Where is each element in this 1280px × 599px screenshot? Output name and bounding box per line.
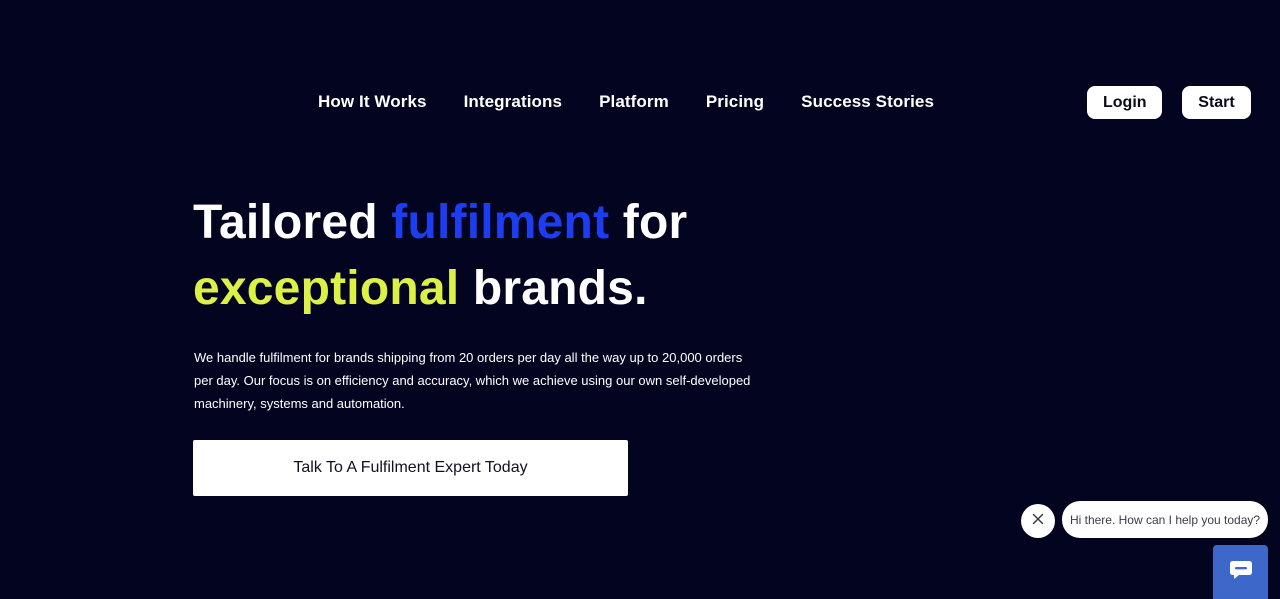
hero-description: We handle fulfilment for brands shipping…: [194, 350, 751, 411]
hero-title: Tailored fulfilment for exceptional brand…: [193, 190, 813, 322]
chat-greeting-text: Hi there. How can I help you today?: [1069, 512, 1261, 527]
chat-launcher-button[interactable]: [1213, 545, 1268, 599]
hero-title-part1: Tailored: [193, 196, 392, 249]
nav-item-platform[interactable]: Platform: [599, 92, 669, 112]
nav-item-pricing[interactable]: Pricing: [706, 92, 764, 112]
hero-title-part3: brands.: [459, 262, 648, 315]
hero-title-highlight-exceptional: exceptional: [193, 262, 460, 315]
nav-item-how-it-works[interactable]: How It Works: [318, 92, 427, 112]
login-button[interactable]: Login: [1087, 86, 1162, 119]
hero-title-part2: for: [609, 196, 688, 249]
close-icon: [1032, 512, 1044, 530]
chat-close-button[interactable]: [1021, 504, 1055, 538]
talk-to-expert-button[interactable]: Talk To A Fulfilment Expert Today: [193, 440, 628, 496]
main-nav: How It Works Integrations Platform Prici…: [318, 88, 934, 116]
hero-title-highlight-fulfilment: fulfilment: [391, 196, 610, 249]
nav-item-success-stories[interactable]: Success Stories: [801, 92, 934, 112]
nav-item-integrations[interactable]: Integrations: [464, 92, 563, 112]
auth-buttons: Login Start: [1087, 86, 1251, 119]
start-button[interactable]: Start: [1182, 86, 1251, 119]
chat-icon: [1227, 558, 1255, 587]
chat-greeting-bubble[interactable]: Hi there. How can I help you today?: [1062, 501, 1268, 538]
page: How It Works Integrations Platform Prici…: [0, 0, 1280, 599]
